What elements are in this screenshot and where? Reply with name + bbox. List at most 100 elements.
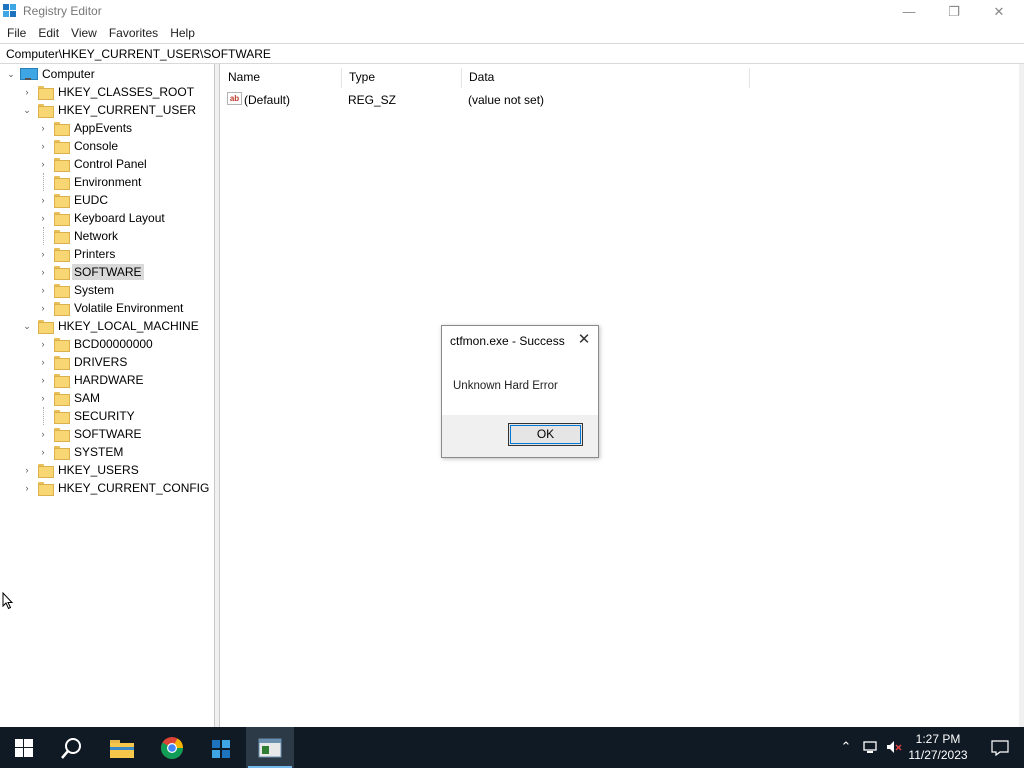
chevron-down-icon[interactable]: ⌄ <box>22 101 32 119</box>
tree-item-computer[interactable]: ⌄ Computer <box>6 65 97 83</box>
tree-item-software-selected[interactable]: › SOFTWARE <box>38 263 144 281</box>
search-icon <box>61 737 81 759</box>
ok-button[interactable]: OK <box>508 423 583 446</box>
address-bar[interactable]: Computer\HKEY_CURRENT_USER\SOFTWARE <box>0 43 1024 64</box>
tree-item-appevents[interactable]: › AppEvents <box>38 119 134 137</box>
string-value-icon: ab <box>227 92 242 105</box>
chevron-right-icon[interactable]: › <box>38 335 48 353</box>
tree-item-security[interactable]: SECURITY <box>38 407 137 425</box>
chevron-right-icon[interactable]: › <box>38 353 48 371</box>
chevron-right-icon[interactable]: › <box>38 155 48 173</box>
chevron-down-icon[interactable]: ⌄ <box>6 65 16 83</box>
volume-muted-icon[interactable] <box>886 739 902 755</box>
chevron-right-icon[interactable]: › <box>38 209 48 227</box>
tree-item-network[interactable]: Network <box>38 227 120 245</box>
folder-icon <box>54 176 70 190</box>
folder-icon <box>54 446 70 460</box>
tree-item-control-panel[interactable]: › Control Panel <box>38 155 149 173</box>
tree-item-keyboard-layout[interactable]: › Keyboard Layout <box>38 209 167 227</box>
active-window-button[interactable] <box>246 727 294 768</box>
folder-icon <box>38 104 54 118</box>
chevron-right-icon[interactable]: › <box>22 479 32 497</box>
maximize-button[interactable]: ❐ <box>931 0 977 23</box>
tree-item-hardware[interactable]: › HARDWARE <box>38 371 146 389</box>
search-button[interactable] <box>48 727 96 768</box>
tree-item-label: Computer <box>42 67 95 81</box>
dialog-close-button[interactable]: ✕ <box>576 332 592 348</box>
tree-item-hkey-current-config[interactable]: › HKEY_CURRENT_CONFIG <box>22 479 211 497</box>
chevron-right-icon[interactable]: › <box>38 389 48 407</box>
tree-item-label: BCD00000000 <box>74 337 153 351</box>
chevron-right-icon[interactable]: › <box>38 263 48 281</box>
chevron-right-icon[interactable]: › <box>38 137 48 155</box>
column-header-name[interactable]: Name <box>221 68 342 88</box>
mouse-pointer-icon <box>2 592 14 610</box>
chrome-icon <box>161 736 183 759</box>
value-row-data: (value not set) <box>468 93 545 107</box>
menu-edit[interactable]: Edit <box>32 23 65 43</box>
menu-help[interactable]: Help <box>164 23 201 43</box>
tree-item-environment[interactable]: Environment <box>38 173 143 191</box>
tree-item-console[interactable]: › Console <box>38 137 120 155</box>
column-header-type[interactable]: Type <box>342 68 462 88</box>
tree-item-label: EUDC <box>74 193 109 207</box>
chevron-right-icon[interactable]: › <box>38 245 48 263</box>
tree-item-hklm-software[interactable]: › SOFTWARE <box>38 425 144 443</box>
network-icon[interactable] <box>862 739 878 755</box>
tree-item-sam[interactable]: › SAM <box>38 389 102 407</box>
chevron-right-icon[interactable]: › <box>38 443 48 461</box>
clock-date: 11/27/2023 <box>908 748 968 762</box>
regedit-app-button[interactable] <box>198 727 246 768</box>
windows-logo-icon <box>15 738 33 757</box>
menu-favorites[interactable]: Favorites <box>103 23 164 43</box>
chevron-right-icon[interactable]: › <box>22 83 32 101</box>
value-row-type: REG_SZ <box>348 93 397 107</box>
tree-item-hkey-current-user[interactable]: ⌄ HKEY_CURRENT_USER <box>22 101 198 119</box>
tree-item-hkey-local-machine[interactable]: ⌄ HKEY_LOCAL_MACHINE <box>22 317 201 335</box>
chrome-button[interactable] <box>148 727 196 768</box>
chevron-right-icon[interactable]: › <box>22 461 32 479</box>
folder-icon <box>54 158 70 172</box>
chevron-right-icon[interactable]: › <box>38 425 48 443</box>
tree-item-bcd00000000[interactable]: › BCD00000000 <box>38 335 155 353</box>
tree-item-label: System <box>74 283 115 297</box>
folder-icon <box>54 356 70 370</box>
value-row-name[interactable]: (Default) <box>244 91 290 109</box>
minimize-button[interactable]: — <box>886 0 932 23</box>
menu-file[interactable]: File <box>1 23 32 43</box>
error-dialog: ctfmon.exe - Success ✕ Unknown Hard Erro… <box>441 325 599 458</box>
tree-item-label: SECURITY <box>74 409 135 423</box>
chevron-right-icon[interactable]: › <box>38 371 48 389</box>
tree-item-drivers[interactable]: › DRIVERS <box>38 353 129 371</box>
close-button[interactable]: ✕ <box>976 0 1022 23</box>
tree-item-label: Network <box>74 229 119 243</box>
notification-center-button[interactable] <box>980 727 1020 768</box>
tree-line <box>38 407 48 425</box>
start-button[interactable] <box>0 727 48 768</box>
tree-item-printers[interactable]: › Printers <box>38 245 117 263</box>
column-header-data[interactable]: Data <box>462 68 750 88</box>
tree-item-hkey-users[interactable]: › HKEY_USERS <box>22 461 141 479</box>
tree-item-eudc[interactable]: › EUDC <box>38 191 110 209</box>
system-clock[interactable]: 1:27 PM 11/27/2023 <box>906 731 970 763</box>
show-hidden-icons-button[interactable]: ⌃ <box>838 739 854 755</box>
tree-item-hklm-system[interactable]: › SYSTEM <box>38 443 125 461</box>
chevron-right-icon[interactable]: › <box>38 119 48 137</box>
tree-item-label: Environment <box>74 175 142 189</box>
menu-view[interactable]: View <box>65 23 103 43</box>
window-title: Registry Editor <box>23 4 102 18</box>
address-path: Computer\HKEY_CURRENT_USER\SOFTWARE <box>6 47 271 61</box>
tree-line <box>38 227 48 245</box>
vertical-scrollbar[interactable] <box>1019 64 1024 727</box>
tree-item-hkey-classes-root[interactable]: › HKEY_CLASSES_ROOT <box>22 83 196 101</box>
chevron-right-icon[interactable]: › <box>38 281 48 299</box>
folder-icon <box>54 194 70 208</box>
pane-splitter[interactable] <box>215 64 220 727</box>
tree-item-system[interactable]: › System <box>38 281 116 299</box>
chevron-right-icon[interactable]: › <box>38 191 48 209</box>
chevron-down-icon[interactable]: ⌄ <box>22 317 32 335</box>
menu-bar: File Edit View Favorites Help <box>0 23 1024 43</box>
tree-item-volatile-environment[interactable]: › Volatile Environment <box>38 299 185 317</box>
chevron-right-icon[interactable]: › <box>38 299 48 317</box>
file-explorer-button[interactable] <box>98 727 146 768</box>
